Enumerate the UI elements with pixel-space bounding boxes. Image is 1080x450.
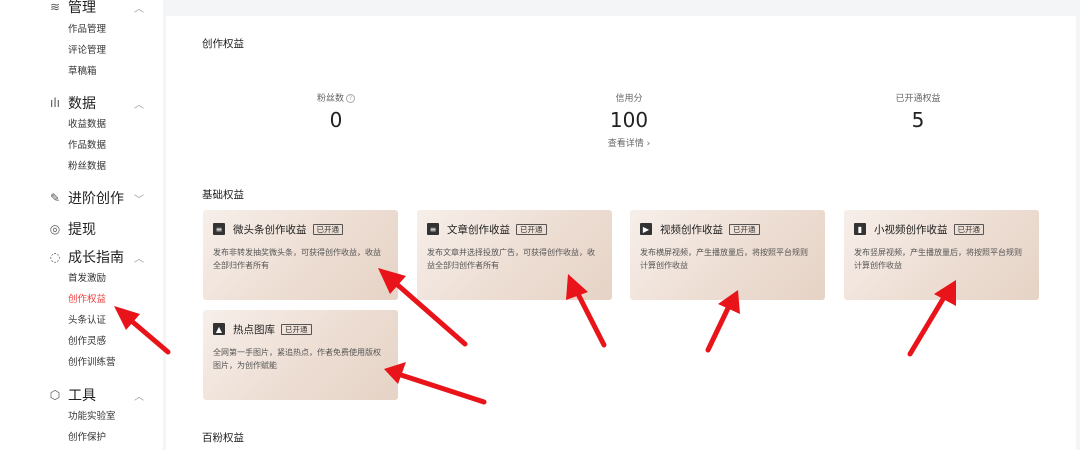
status-badge: 已开通 [729,223,760,235]
stat-label: 粉丝数 [316,94,344,104]
stat-label: 已开通权益 [895,94,941,104]
edit-icon: ✎ [49,191,61,205]
chevron-up-icon: ︿ [134,253,144,265]
sidebar-section-data[interactable]: ılı 数据 ︿ [48,91,158,115]
chevron-up-icon: ︿ [134,3,144,15]
card-description: 发布竖屏视频，产生播放量后，将按照平台规则计算创作收益 [854,248,1022,270]
card-article-income[interactable]: ≡ 文章创作收益 已开通 发布文章并选择投放广告，可获得创作收益，收益全部归创作者所… [417,210,612,300]
fans-rights-title: 百粉权益 [202,432,244,444]
layers-icon: ≋ [49,0,61,14]
sidebar-item-comments[interactable]: 评论管理 [68,43,106,59]
page-title: 创作权益 [202,38,244,50]
basic-rights-title: 基础权益 [202,189,244,201]
stat-value: 5 [911,108,925,132]
stat-opened-rights: 已开通权益 5 [858,91,978,132]
card-wtt-income[interactable]: ≡ 微头条创作收益 已开通 发布非转发抽奖微头条，可获得创作收益，收益全部归作者所有 [203,210,398,300]
sidebar-section-advanced[interactable]: ✎ 进阶创作 ﹀ [48,186,158,210]
chevron-down-icon: ﹀ [134,194,144,206]
status-badge: 已开通 [281,323,312,335]
stat-credit: 信用分 100 [569,91,689,132]
view-details-link[interactable]: 查看详情 › [594,136,664,149]
sidebar: ≋ 管理 ︿ 作品管理 评论管理 草稿箱 ılı 数据 ︿ 收益数据 作品数据 … [0,0,163,450]
sidebar-item-first-publish[interactable]: 首发激励 [68,271,106,287]
coin-icon: ◎ [49,222,61,236]
card-description: 发布文章并选择投放广告，可获得创作收益，收益全部归创作者所有 [427,248,595,270]
bar-chart-icon: ılı [49,96,60,110]
chevron-up-icon: ︿ [134,391,144,403]
sidebar-item-creator-rights[interactable]: 创作权益 [68,292,106,308]
chevron-up-icon: ︿ [134,99,144,111]
sidebar-item-drafts[interactable]: 草稿箱 [68,64,97,80]
stat-value: 0 [329,108,343,132]
card-hot-image-library[interactable]: ▲ 热点图库 已开通 全网第一手图片，紧追热点，作者免费使用版权图片，为创作赋能 [203,310,398,400]
sidebar-section-withdraw[interactable]: ◎ 提现 [48,217,158,241]
compass-icon: ◌ [49,250,61,264]
video-icon: ▶ [640,223,652,235]
sidebar-item-protection[interactable]: 创作保护 [68,430,106,446]
sidebar-item-works[interactable]: 作品管理 [68,22,106,38]
sidebar-item-lab[interactable]: 功能实验室 [68,409,116,425]
card-description: 发布非转发抽奖微头条，可获得创作收益，收益全部归作者所有 [213,248,381,270]
status-badge: 已开通 [516,223,547,235]
sidebar-item-works-data[interactable]: 作品数据 [68,138,106,154]
sidebar-item-inspiration[interactable]: 创作灵感 [68,334,106,350]
sidebar-item-income-data[interactable]: 收益数据 [68,117,106,133]
stat-label: 信用分 [615,94,643,104]
help-icon[interactable]: ? [346,94,355,103]
image-icon: ▲ [213,323,225,335]
sidebar-item-training-camp[interactable]: 创作训练营 [68,355,116,371]
sidebar-item-certification[interactable]: 头条认证 [68,313,106,329]
stat-fans: 粉丝数? 0 [276,91,396,132]
sidebar-section-growth[interactable]: ◌ 成长指南 ︿ [48,245,158,269]
article-icon: ≡ [427,223,439,235]
wtt-icon: ≡ [213,223,225,235]
sidebar-item-fans-data[interactable]: 粉丝数据 [68,159,106,175]
card-short-video-income[interactable]: ▮ 小视频创作收益 已开通 发布竖屏视频，产生播放量后，将按照平台规则计算创作收益 [844,210,1039,300]
card-video-income[interactable]: ▶ 视频创作收益 已开通 发布横屏视频，产生播放量后，将按照平台规则计算创作收益 [630,210,825,300]
status-badge: 已开通 [312,223,343,235]
sidebar-section-manage[interactable]: ≋ 管理 ︿ [48,0,158,19]
card-description: 全网第一手图片，紧追热点，作者免费使用版权图片，为创作赋能 [213,348,381,370]
toolbox-icon: ⬡ [49,388,61,402]
short-video-icon: ▮ [854,223,866,235]
status-badge: 已开通 [953,223,984,235]
stat-value: 100 [609,108,649,132]
sidebar-section-tools[interactable]: ⬡ 工具 ︿ [48,383,158,407]
main-panel: 创作权益 粉丝数? 0 信用分 100 查看详情 › 已开通权益 5 基础权益 … [166,16,1076,450]
card-description: 发布横屏视频，产生播放量后，将按照平台规则计算创作收益 [640,248,808,270]
